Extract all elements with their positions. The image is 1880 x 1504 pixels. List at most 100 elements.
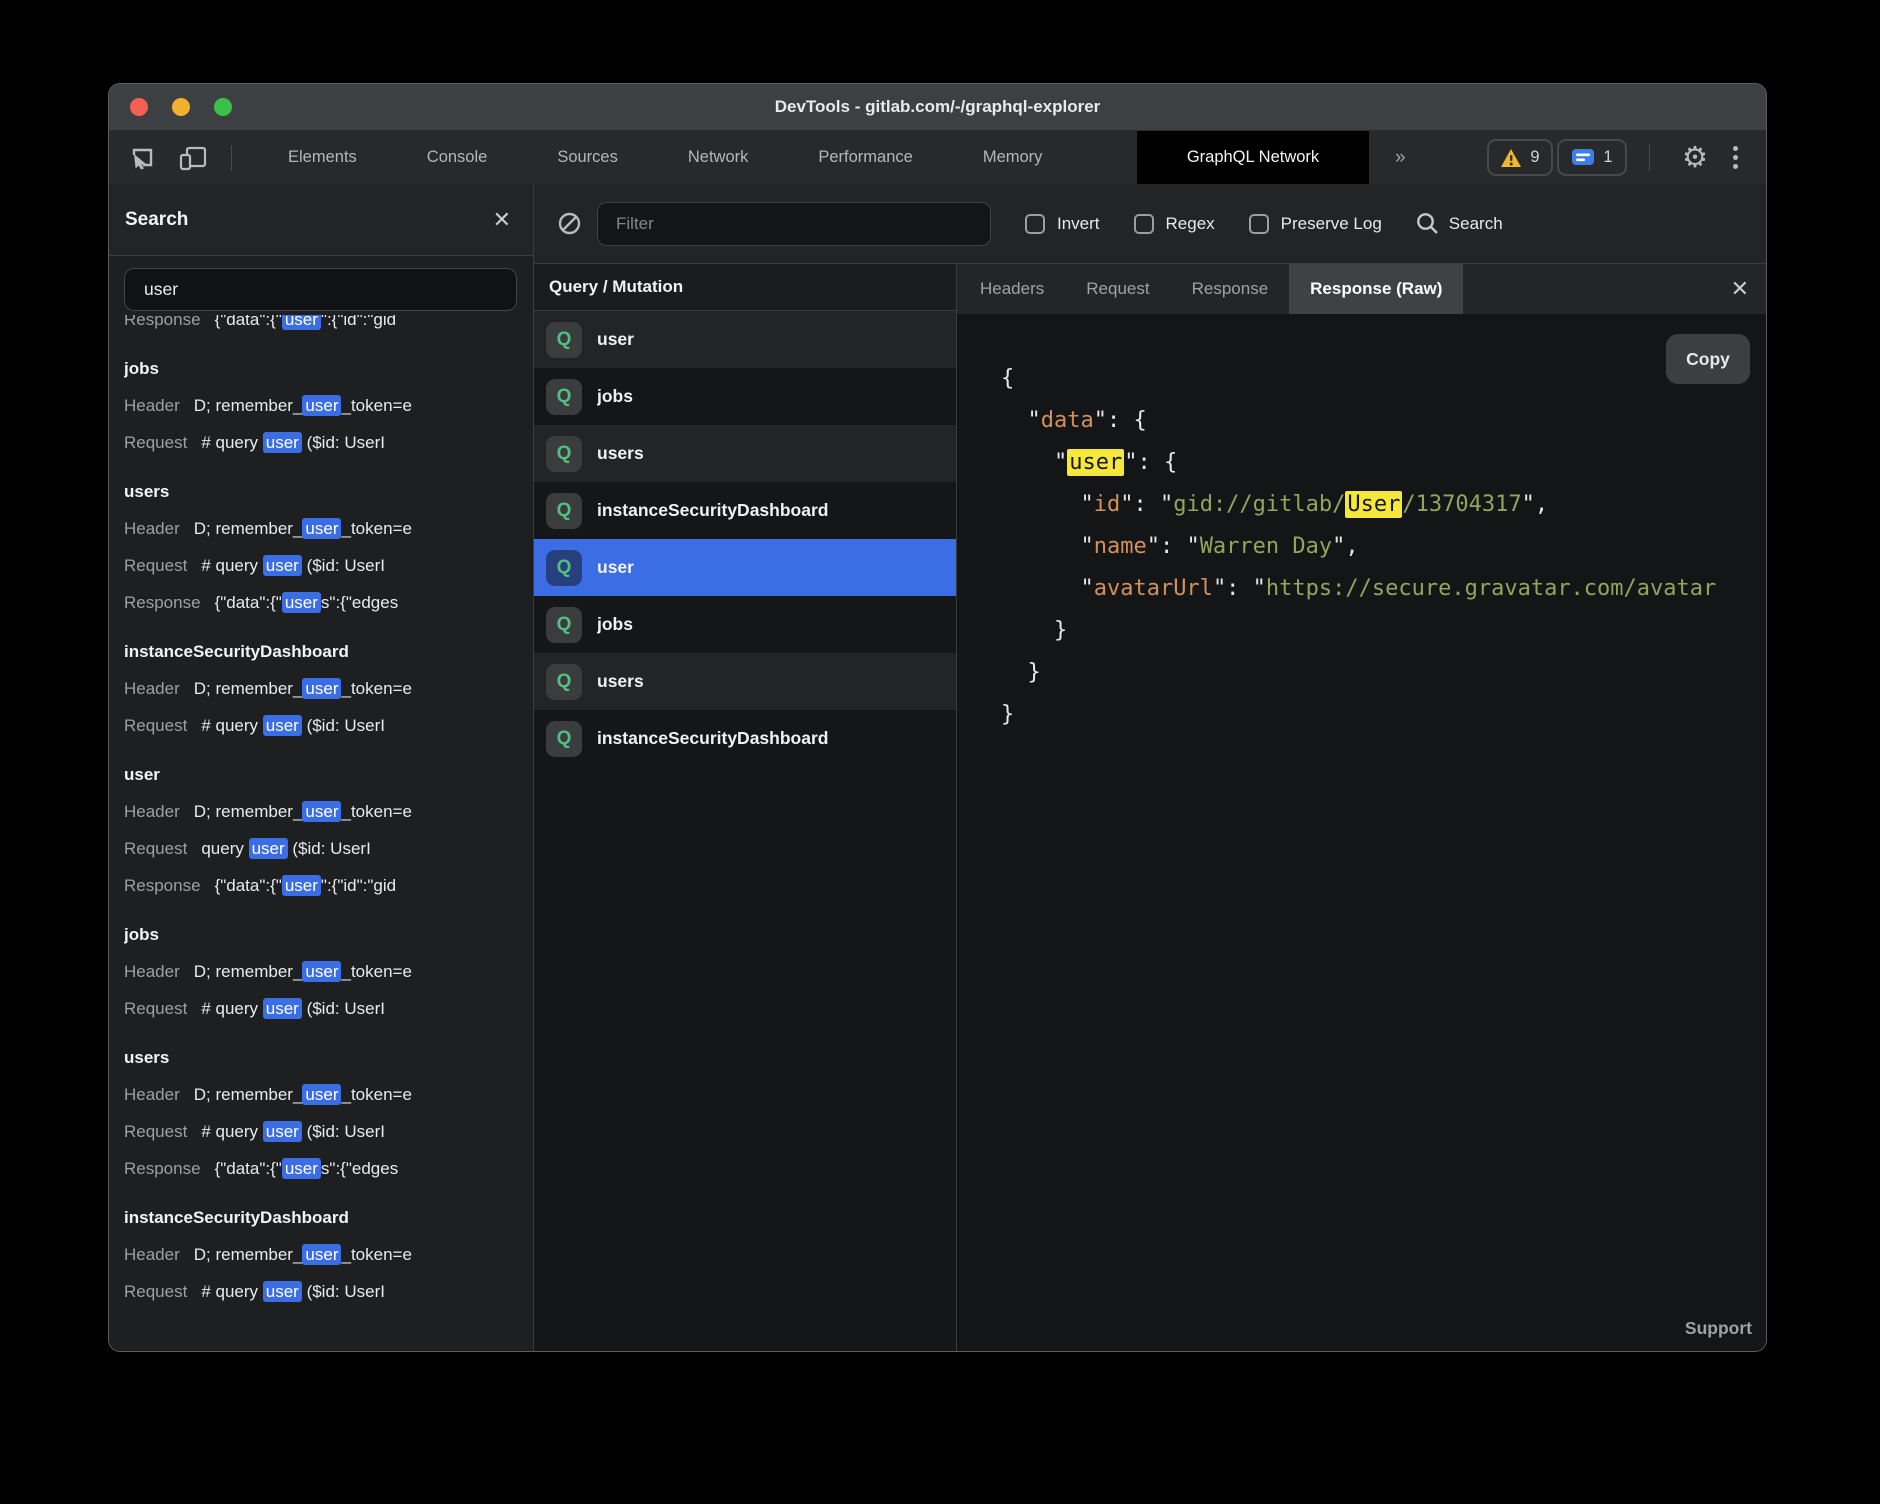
search-result-row[interactable]: Request# query user ($id: UserI bbox=[124, 707, 533, 744]
tab-console[interactable]: Console bbox=[427, 148, 488, 167]
json-token: data bbox=[1041, 408, 1094, 433]
warnings-count: 9 bbox=[1530, 148, 1539, 167]
checkbox-preserve-log[interactable]: Preserve Log bbox=[1249, 214, 1382, 234]
search-result-text: {"data":{" bbox=[215, 593, 282, 612]
checkbox-regex[interactable]: Regex bbox=[1134, 214, 1215, 234]
query-item-label: instanceSecurityDashboard bbox=[597, 728, 828, 749]
detail-close-icon[interactable]: ✕ bbox=[1731, 264, 1749, 314]
query-item[interactable]: QinstanceSecurityDashboard bbox=[534, 710, 956, 767]
kebab-menu-icon[interactable] bbox=[1727, 140, 1744, 175]
search-section-name: user bbox=[124, 756, 533, 793]
json-token: " bbox=[1001, 408, 1041, 433]
detail-tab-request[interactable]: Request bbox=[1065, 264, 1170, 314]
tab-graphql-network[interactable]: GraphQL Network bbox=[1137, 131, 1369, 184]
json-token: " bbox=[1001, 534, 1094, 559]
clear-icon[interactable] bbox=[558, 212, 581, 235]
copy-button[interactable]: Copy bbox=[1666, 334, 1750, 384]
query-item[interactable]: Qusers bbox=[534, 425, 956, 482]
search-section-name: instanceSecurityDashboard bbox=[124, 633, 533, 670]
search-result-label: Header bbox=[124, 1085, 180, 1104]
warning-icon bbox=[1500, 148, 1522, 168]
search-section-name: jobs bbox=[124, 916, 533, 953]
search-result-row[interactable]: Response{"data":{"users":{"edges bbox=[124, 1150, 533, 1187]
checkbox-invert[interactable]: Invert bbox=[1025, 214, 1100, 234]
search-result-text: D; remember_ bbox=[194, 802, 303, 821]
search-match-highlight: user bbox=[263, 1121, 302, 1142]
search-result-text: ($id: UserI bbox=[302, 716, 385, 735]
main-area: Search ✕ Response{"data":{"user":{"id":"… bbox=[109, 184, 1766, 1351]
search-result-label: Request bbox=[124, 1282, 187, 1301]
search-close-icon[interactable]: ✕ bbox=[493, 209, 511, 231]
search-input[interactable] bbox=[124, 268, 517, 311]
search-result-row[interactable]: HeaderD; remember_user_token=e bbox=[124, 670, 533, 707]
network-search-label: Search bbox=[1449, 214, 1503, 234]
more-tabs-chevron[interactable]: » bbox=[1395, 131, 1406, 184]
search-result-row[interactable]: HeaderD; remember_user_token=e bbox=[124, 1236, 533, 1273]
query-item[interactable]: Quser bbox=[534, 539, 956, 596]
search-result-label: Response bbox=[124, 593, 201, 612]
detail-tab-response-raw-[interactable]: Response (Raw) bbox=[1289, 264, 1463, 314]
query-item-label: jobs bbox=[597, 386, 633, 407]
search-result-row[interactable]: Request# query user ($id: UserI bbox=[124, 1113, 533, 1150]
search-result-row-clipped[interactable]: Response{"data":{"user":{"id":"gid bbox=[124, 315, 533, 338]
tab-sources[interactable]: Sources bbox=[557, 148, 618, 167]
search-result-text: ($id: UserI bbox=[302, 556, 385, 575]
json-token: avatarUrl bbox=[1094, 576, 1213, 601]
search-result-row[interactable]: Response{"data":{"users":{"edges bbox=[124, 584, 533, 621]
search-result-text: ($id: UserI bbox=[302, 1282, 385, 1301]
query-type-badge: Q bbox=[546, 664, 582, 700]
query-item[interactable]: Qjobs bbox=[534, 596, 956, 653]
search-result-row[interactable]: Request# query user ($id: UserI bbox=[124, 1273, 533, 1310]
search-result-row[interactable]: Request# query user ($id: UserI bbox=[124, 547, 533, 584]
json-line: "name": "Warren Day", bbox=[1001, 526, 1766, 568]
search-result-text: ($id: UserI bbox=[302, 433, 385, 452]
checkbox-label: Regex bbox=[1166, 214, 1215, 234]
search-result-label: Header bbox=[124, 396, 180, 415]
network-search-button[interactable]: Search bbox=[1416, 212, 1503, 235]
query-item[interactable]: Qusers bbox=[534, 653, 956, 710]
search-result-row[interactable]: HeaderD; remember_user_token=e bbox=[124, 1076, 533, 1113]
devtools-tabs: Elements Console Sources Network Performance… bbox=[288, 148, 1042, 167]
search-result-text: _token=e bbox=[341, 962, 411, 981]
search-result-row[interactable]: Request# query user ($id: UserI bbox=[124, 424, 533, 461]
tab-memory[interactable]: Memory bbox=[983, 148, 1043, 167]
tab-network[interactable]: Network bbox=[688, 148, 749, 167]
search-result-row[interactable]: HeaderD; remember_user_token=e bbox=[124, 953, 533, 990]
query-item-label: instanceSecurityDashboard bbox=[597, 500, 828, 521]
search-result-row[interactable]: HeaderD; remember_user_token=e bbox=[124, 387, 533, 424]
warnings-badge[interactable]: 9 bbox=[1487, 139, 1553, 176]
settings-gear-icon[interactable]: ⚙ bbox=[1682, 131, 1708, 184]
detail-tab-headers[interactable]: Headers bbox=[959, 264, 1065, 314]
messages-badge[interactable]: 1 bbox=[1557, 139, 1627, 176]
query-item[interactable]: Qjobs bbox=[534, 368, 956, 425]
json-token: " bbox=[1001, 492, 1094, 517]
detail-tab-response[interactable]: Response bbox=[1171, 264, 1290, 314]
search-result-row[interactable]: HeaderD; remember_user_token=e bbox=[124, 793, 533, 830]
query-item-label: user bbox=[597, 329, 634, 350]
search-result-row[interactable]: HeaderD; remember_user_token=e bbox=[124, 510, 533, 547]
search-result-text: ":{"id":"gid bbox=[321, 315, 396, 329]
query-item[interactable]: Quser bbox=[534, 311, 956, 368]
search-result-row[interactable]: Request# query user ($id: UserI bbox=[124, 990, 533, 1027]
search-result-row[interactable]: Response{"data":{"user":{"id":"gid bbox=[124, 315, 533, 338]
json-token: } bbox=[1001, 660, 1041, 685]
checkbox-label: Invert bbox=[1057, 214, 1100, 234]
filter-input[interactable] bbox=[597, 202, 991, 246]
inspect-element-icon[interactable] bbox=[129, 144, 157, 172]
search-result-row[interactable]: Response{"data":{"user":{"id":"gid bbox=[124, 867, 533, 904]
search-match-highlight: user bbox=[249, 838, 288, 859]
search-result-label: Response bbox=[124, 876, 201, 895]
json-token: { bbox=[1001, 366, 1014, 391]
search-result-row[interactable]: Requestquery user ($id: UserI bbox=[124, 830, 533, 867]
search-match-highlight: user bbox=[282, 1158, 321, 1179]
search-result-text: # query bbox=[201, 999, 262, 1018]
search-result-text: # query bbox=[201, 433, 262, 452]
device-toolbar-icon[interactable] bbox=[179, 144, 207, 172]
tab-elements[interactable]: Elements bbox=[288, 148, 357, 167]
support-link[interactable]: Support bbox=[1685, 1318, 1752, 1339]
json-token: ": { bbox=[1124, 450, 1177, 475]
query-item[interactable]: QinstanceSecurityDashboard bbox=[534, 482, 956, 539]
search-icon bbox=[1416, 212, 1439, 235]
tab-performance[interactable]: Performance bbox=[818, 148, 912, 167]
search-match-highlight: user bbox=[302, 961, 341, 982]
